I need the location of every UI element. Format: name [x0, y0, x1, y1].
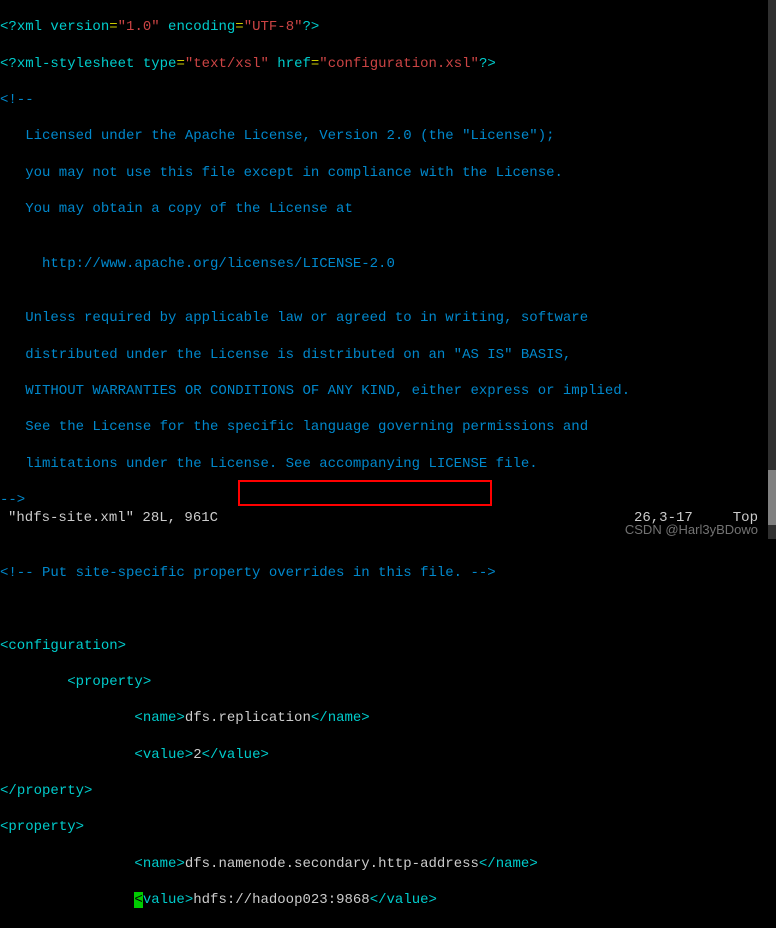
property-open: <property> [0, 818, 776, 836]
scrollbar[interactable] [768, 0, 776, 539]
comment-line: distributed under the License is distrib… [0, 346, 776, 364]
comment-line: you may not use this file except in comp… [0, 164, 776, 182]
comment-close: --> [0, 491, 776, 509]
property-close: </property> [0, 782, 776, 800]
watermark: CSDN @Harl3yBDowo [625, 522, 758, 539]
terminal-editor[interactable]: <?xml version="1.0" encoding="UTF-8"?> <… [0, 0, 776, 928]
status-filename: "hdfs-site.xml" 28L, 961C [8, 509, 218, 527]
comment-line: You may obtain a copy of the License at [0, 200, 776, 218]
comment-line: Unless required by applicable law or agr… [0, 309, 776, 327]
name-secondary-nn: <name>dfs.namenode.secondary.http-addres… [0, 855, 776, 873]
xml-declaration: <?xml version="1.0" encoding="UTF-8"?> [0, 18, 776, 36]
name-replication: <name>dfs.replication</name> [0, 709, 776, 727]
comment-line: See the License for the specific languag… [0, 418, 776, 436]
property-open: <property> [0, 673, 776, 691]
comment-line: http://www.apache.org/licenses/LICENSE-2… [0, 255, 776, 273]
value-secondary-nn: <value>hdfs://hadoop023:9868</value> [0, 891, 776, 909]
xml-stylesheet: <?xml-stylesheet type="text/xsl" href="c… [0, 55, 776, 73]
comment-line: limitations under the License. See accom… [0, 455, 776, 473]
configuration-open: <configuration> [0, 637, 776, 655]
comment-open: <!-- [0, 91, 776, 109]
scrollbar-thumb[interactable] [768, 470, 776, 525]
comment-line: Licensed under the Apache License, Versi… [0, 127, 776, 145]
value-replication: <value>2</value> [0, 746, 776, 764]
comment-line: WITHOUT WARRANTIES OR CONDITIONS OF ANY … [0, 382, 776, 400]
comment-site: <!-- Put site-specific property override… [0, 564, 776, 582]
cursor: < [134, 892, 142, 908]
blank-line [0, 600, 776, 618]
